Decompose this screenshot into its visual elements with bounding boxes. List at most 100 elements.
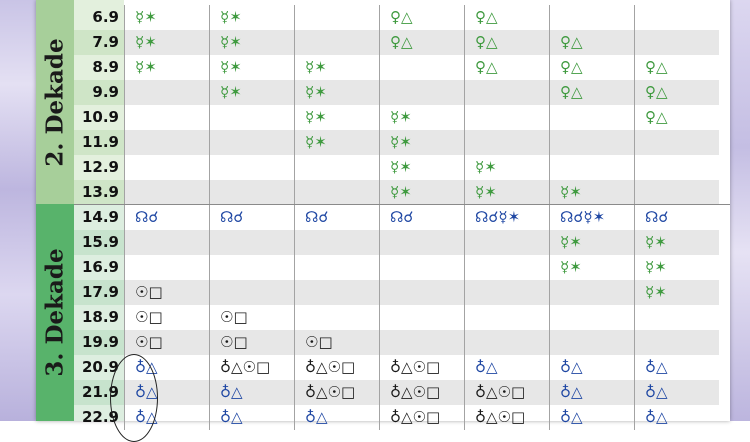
aspect-cell: ☿✶ [294,80,379,105]
aspect-cell: ☿✶ [549,230,634,255]
aspect-cell: ♀△ [634,105,719,130]
aspect-cell [379,55,464,80]
aspect-cell: ♁△ [209,380,294,405]
aspect-cell: ☊☌ [209,205,294,230]
date-cell: 18.9 [81,308,119,326]
aspect-cell: ☿✶ [209,80,294,105]
date-cell: 19.9 [74,330,124,355]
aspect-cell: ☿✶ [549,255,634,280]
aspect-cell [379,255,464,280]
aspect-cell: ☉□ [209,330,294,355]
table-row: 13.9 ☿✶ ☿✶ ☿✶ [74,180,730,205]
table-row: 22.9 ♁△ ♁△ ♁△ ♁△☉□ ♁△☉□ ♁△ ♁△ [74,405,730,430]
aspect-cell: ♁△☉□ [294,355,379,380]
aspect-cell: ♁△☉□ [464,380,549,405]
aspect-cell: ♁△ [549,380,634,405]
table-row: 11.9 ☿✶ ☿✶ [74,130,730,155]
aspect-cell [464,280,549,305]
aspect-cell [124,80,209,105]
aspect-cell [549,280,634,305]
aspect-cell [464,305,549,330]
aspect-cell [294,155,379,180]
aspect-cell [634,130,719,155]
aspect-cell: ☿✶ [464,180,549,205]
aspect-cell [124,180,209,205]
aspect-cell [124,230,209,255]
aspect-cell [294,305,379,330]
aspect-cell [464,80,549,105]
aspect-cell [379,230,464,255]
aspect-cell [209,180,294,205]
aspect-cell [209,255,294,280]
aspect-cell: ☿✶ [209,5,294,30]
aspect-cell: ♀△ [464,30,549,55]
aspect-cell: ☿✶ [124,5,209,30]
aspect-cell: ☊☌ [634,205,719,230]
aspect-cell: ☉□ [124,280,209,305]
aspect-cell [124,255,209,280]
aspect-cell: ☉□ [209,305,294,330]
aspect-cell: ☿✶ [634,280,719,305]
table-row: 6.9 ☿✶ ☿✶ ♀△ ♀△ [74,5,730,30]
aspect-cell [379,80,464,105]
aspect-cell: ☿✶ [634,255,719,280]
table-row: 19.9 ☉□ ☉□ ☉□ [74,330,730,355]
aspect-cell: ♁△ [209,405,294,430]
aspect-cell [379,330,464,355]
aspect-cell [209,280,294,305]
aspect-cell: ☿✶ [379,130,464,155]
aspect-cell: ☉□ [124,305,209,330]
aspect-cell: ☿✶ [379,180,464,205]
decade-3-band: 3. Dekade [36,204,74,421]
aspect-cell [464,130,549,155]
date-cell: 12.9 [81,158,119,176]
aspect-cell [124,105,209,130]
date-cell: 15.9 [74,230,124,255]
table-row: 18.9 ☉□ ☉□ [74,305,730,330]
aspect-cell: ♁△ [294,405,379,430]
aspect-cell [549,330,634,355]
aspect-cell: ☿✶ [124,30,209,55]
aspect-cell [294,30,379,55]
aspect-cell: ☿✶ [209,30,294,55]
aspect-cell: ♀△ [379,30,464,55]
aspect-cell [209,230,294,255]
date-cell: 7.9 [74,30,124,55]
table-row: 9.9 ☿✶ ☿✶ ♀△ ♀△ [74,80,730,105]
aspect-cell: ♀△ [464,55,549,80]
aspect-cell: ♀△ [464,5,549,30]
aspect-cell [124,155,209,180]
aspect-cell [294,230,379,255]
aspect-cell [549,305,634,330]
decade-3-label: 3. Dekade [41,248,69,377]
aspect-cell: ☿✶ [549,180,634,205]
aspect-cell [634,5,719,30]
aspect-cell: ☿✶ [634,230,719,255]
aspect-cell: ♁△ [634,405,719,430]
aspect-cell [549,130,634,155]
table-row: 15.9 ☿✶ ☿✶ [74,230,730,255]
aspect-cell [634,155,719,180]
aspect-cell: ♀△ [634,80,719,105]
aspect-cell: ☿✶ [209,55,294,80]
aspect-cell [464,105,549,130]
aspect-cell: ♁△☉□ [379,405,464,430]
aspect-cell [549,5,634,30]
aspect-cell [294,255,379,280]
aspect-cell: ♁△ [634,355,719,380]
aspect-cell: ♁△☉□ [379,380,464,405]
aspect-cell [209,105,294,130]
aspect-cell: ☿✶ [379,105,464,130]
table-row: 20.9 ♁△ ♁△☉□ ♁△☉□ ♁△☉□ ♁△ ♁△ ♁△ [74,355,730,380]
aspect-cell: ♁△☉□ [464,405,549,430]
aspect-cell: ♀△ [549,80,634,105]
table-row: 10.9 ☿✶ ☿✶ ♀△ [74,105,730,130]
aspect-cell [464,230,549,255]
date-cell: 10.9 [81,108,119,126]
aspect-cell: ♁△ [549,355,634,380]
date-cell: 16.9 [81,258,119,276]
aspect-cell [464,330,549,355]
date-cell: 11.9 [74,130,124,155]
decade-divider [74,204,730,205]
table-row: 12.9 ☿✶ ☿✶ [74,155,730,180]
